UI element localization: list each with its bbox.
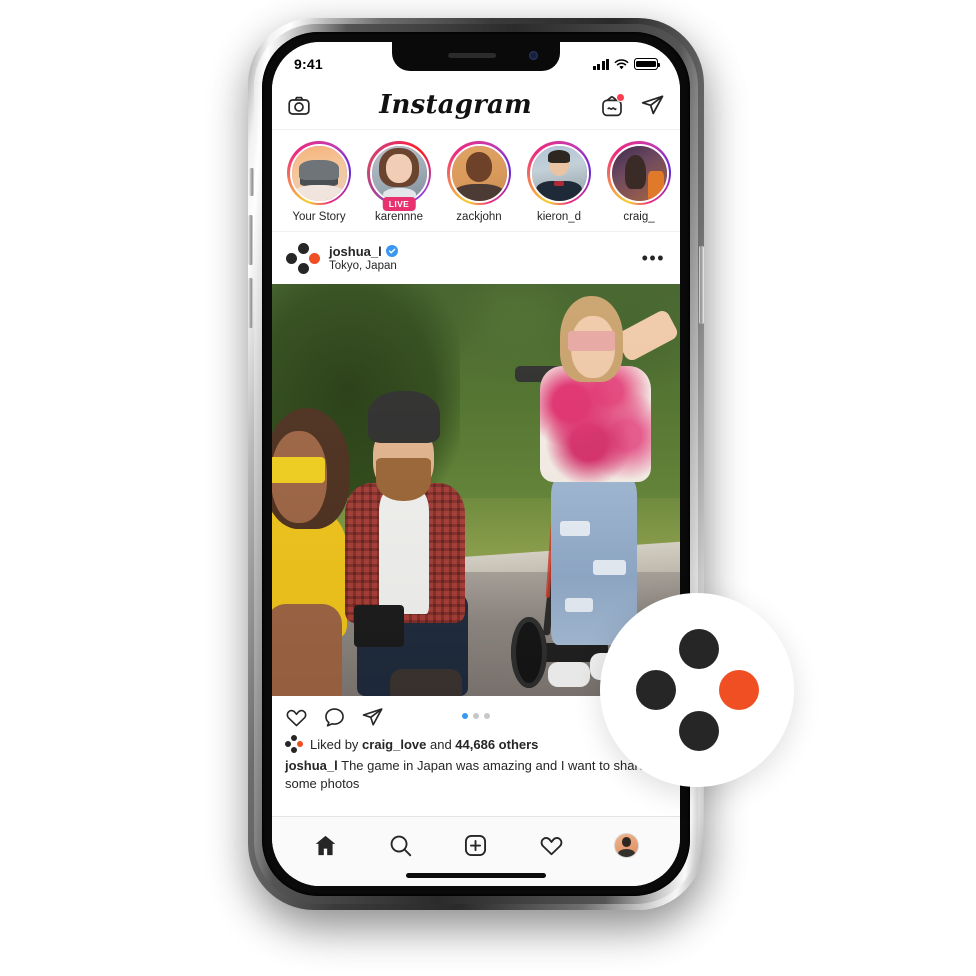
search-icon [390, 835, 412, 856]
stories-tray[interactable]: Your Story LIVE karennne zackjohn kieron… [272, 130, 680, 232]
likes-user[interactable]: craig_love [362, 737, 426, 752]
volume-down-button[interactable] [248, 278, 253, 328]
floating-brand-badge [600, 593, 794, 787]
volume-up-button[interactable] [248, 215, 253, 265]
igtv-notification-dot [615, 92, 625, 102]
carousel-dot-2 [473, 713, 479, 719]
post-author-avatar[interactable] [285, 241, 320, 275]
story-label: craig_ [623, 211, 655, 223]
nav-home-button[interactable] [304, 830, 348, 860]
header-actions [600, 92, 665, 118]
igtv-icon[interactable] [600, 92, 625, 118]
post-options-button[interactable]: ••• [640, 247, 667, 269]
caption-text: The game in Japan was amazing and I want… [285, 758, 647, 791]
story-label: karennne [375, 211, 423, 223]
story-item-karennne[interactable]: LIVE karennne [365, 141, 433, 223]
likes-prefix: Liked by [310, 736, 363, 752]
camera-icon[interactable] [287, 94, 311, 118]
carousel-dot-3 [484, 713, 490, 719]
story-item-zackjohn[interactable]: zackjohn [445, 141, 513, 223]
story-label: kieron_d [536, 211, 582, 223]
front-camera-icon [529, 51, 538, 60]
comment-icon[interactable] [323, 706, 346, 729]
heart-icon [540, 836, 563, 855]
post-meta: joshua_l Tokyo, Japan [329, 244, 640, 272]
home-icon [315, 835, 336, 855]
brand-dot-top [679, 629, 719, 669]
direct-message-icon[interactable] [640, 93, 665, 118]
brand-dots-logo-icon [285, 735, 303, 753]
story-item-your-story[interactable]: Your Story [285, 141, 353, 223]
wifi-icon [614, 58, 629, 69]
story-ring [447, 141, 511, 205]
likes-middle: and [426, 736, 456, 752]
carousel-indicator [462, 713, 490, 719]
story-thumbnail [449, 143, 509, 203]
screenshot-stage: 9:41 Instagram Your Story LIVE karennne … [0, 0, 976, 976]
instagram-wordmark: Instagram [379, 89, 532, 120]
story-ring [607, 141, 671, 205]
story-thumbnail [289, 143, 349, 203]
signal-bars-icon [592, 58, 609, 70]
story-thumbnail [369, 143, 429, 203]
story-item-kieron-d[interactable]: kieron_d [525, 141, 593, 223]
status-indicators [592, 58, 661, 70]
power-button[interactable] [699, 246, 704, 324]
nav-search-button[interactable] [379, 830, 423, 860]
post-action-icons [285, 706, 384, 729]
profile-avatar-icon [613, 832, 639, 858]
phone-screen: 9:41 Instagram Your Story LIVE karennne … [272, 42, 680, 886]
status-time: 9:41 [294, 56, 323, 72]
share-icon[interactable] [361, 706, 384, 729]
brand-dot-bottom [679, 711, 719, 751]
earpiece-speaker [448, 53, 497, 58]
likes-text: Liked by craig_love and 44,686 others [310, 737, 538, 752]
story-thumbnail [529, 143, 589, 203]
post-header: joshua_l Tokyo, Japan ••• [272, 232, 680, 284]
post-username[interactable]: joshua_l [329, 244, 382, 259]
notch [392, 42, 560, 71]
battery-full-icon [634, 58, 661, 70]
liker-avatar [285, 735, 303, 753]
post-caption: joshua_l The game in Japan was amazing a… [272, 753, 680, 803]
story-label: zackjohn [456, 211, 502, 223]
caption-username[interactable]: joshua_l [285, 758, 338, 773]
home-indicator[interactable] [406, 873, 546, 878]
story-ring [367, 141, 431, 205]
story-ring [287, 141, 351, 205]
brand-dot-accent [719, 670, 759, 710]
verified-badge-icon [385, 245, 398, 258]
likes-count[interactable]: 44,686 others [455, 737, 538, 752]
live-badge: LIVE [382, 197, 416, 211]
plus-square-icon [465, 834, 487, 856]
post-user-row: joshua_l [329, 244, 640, 259]
nav-activity-button[interactable] [529, 830, 573, 860]
brand-dot-left [636, 670, 676, 710]
post-location[interactable]: Tokyo, Japan [329, 260, 640, 272]
brand-dots-logo-icon [285, 241, 320, 275]
carousel-dot-1 [462, 713, 468, 719]
story-label: Your Story [292, 211, 346, 223]
story-ring [527, 141, 591, 205]
nav-add-button[interactable] [454, 830, 498, 860]
story-thumbnail [609, 143, 669, 203]
story-item-craig[interactable]: craig_ [605, 141, 673, 223]
silent-switch-button[interactable] [249, 168, 254, 196]
like-icon[interactable] [285, 706, 308, 729]
app-header: Instagram [272, 82, 680, 130]
nav-profile-button[interactable] [604, 830, 648, 860]
